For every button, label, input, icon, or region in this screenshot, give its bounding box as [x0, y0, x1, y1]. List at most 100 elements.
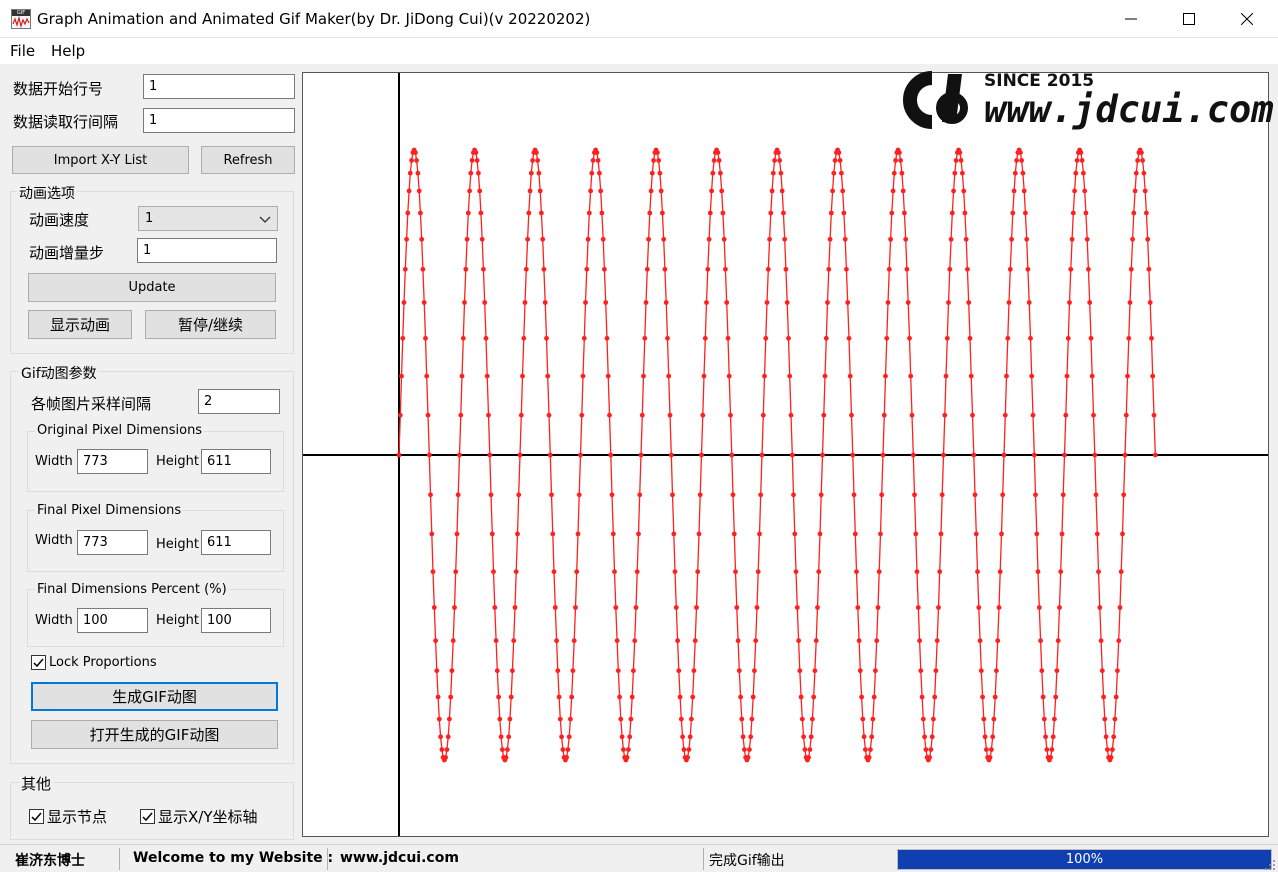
- data-point: [1001, 452, 1007, 458]
- lock-proportions-checkbox[interactable]: Lock Proportions: [31, 655, 157, 670]
- data-point: [626, 747, 631, 752]
- data-point: [949, 210, 955, 216]
- data-point: [573, 605, 578, 610]
- data-point: [802, 747, 808, 752]
- data-point: [1072, 188, 1077, 194]
- data-point: [578, 452, 583, 458]
- data-point: [978, 668, 984, 674]
- data-point: [603, 300, 609, 305]
- data-point: [500, 747, 505, 752]
- data-point: [912, 492, 917, 498]
- data-point: [706, 236, 712, 242]
- data-point: [888, 236, 893, 242]
- data-point: [868, 747, 873, 752]
- original-dimensions-title: Original Pixel Dimensions: [35, 423, 205, 438]
- window-title: Graph Animation and Animated Gif Maker(b…: [37, 10, 591, 28]
- data-point: [397, 412, 403, 418]
- data-point: [632, 638, 638, 644]
- row-interval-label: 数据读取行间隔: [13, 113, 119, 131]
- data-point: [498, 734, 504, 740]
- data-point: [1152, 452, 1158, 458]
- data-point: [923, 747, 929, 752]
- final-height-input[interactable]: 611: [201, 530, 271, 555]
- original-width-input[interactable]: 773: [77, 449, 148, 474]
- data-point: [424, 373, 430, 379]
- data-point: [521, 335, 527, 341]
- original-height-input[interactable]: 611: [201, 449, 271, 474]
- data-point: [689, 716, 694, 722]
- data-point: [942, 412, 948, 418]
- data-point: [840, 188, 846, 194]
- start-row-input[interactable]: 1: [143, 74, 295, 99]
- data-point: [863, 747, 868, 752]
- show-axes-checkbox[interactable]: 显示X/Y坐标轴: [140, 806, 258, 827]
- animation-step-input[interactable]: 1: [137, 238, 277, 263]
- data-point: [922, 734, 927, 740]
- data-point: [523, 266, 529, 272]
- data-point: [1147, 300, 1153, 305]
- data-point: [399, 373, 404, 379]
- data-point: [781, 210, 786, 216]
- menu-file[interactable]: File: [10, 42, 35, 60]
- data-point: [723, 266, 728, 272]
- data-point: [720, 210, 726, 216]
- menu-help[interactable]: Help: [51, 42, 85, 60]
- data-point: [786, 335, 791, 341]
- close-button[interactable]: [1218, 0, 1276, 38]
- data-point: [890, 188, 896, 194]
- row-interval-input[interactable]: 1: [143, 108, 295, 133]
- maximize-icon: [1183, 13, 1195, 25]
- data-point: [958, 158, 964, 163]
- data-point: [665, 335, 670, 341]
- data-point: [836, 150, 842, 155]
- data-point: [429, 531, 435, 537]
- refresh-button[interactable]: Refresh: [201, 146, 295, 174]
- data-point: [783, 266, 789, 272]
- data-point: [754, 605, 760, 610]
- import-xy-list-button[interactable]: Import X-Y List: [12, 146, 189, 174]
- data-point: [767, 236, 772, 242]
- data-point: [736, 668, 742, 674]
- minimize-button[interactable]: [1102, 0, 1160, 38]
- data-point: [624, 755, 630, 760]
- data-point: [438, 734, 443, 740]
- data-point: [631, 668, 636, 674]
- data-point: [694, 605, 699, 610]
- show-animation-button[interactable]: 显示动画: [28, 310, 132, 339]
- data-point: [594, 150, 600, 155]
- data-point: [580, 373, 586, 379]
- data-point: [690, 694, 696, 700]
- data-point: [801, 734, 806, 740]
- data-point: [430, 569, 436, 575]
- percent-height-input[interactable]: 100: [201, 608, 271, 633]
- data-point: [903, 236, 909, 242]
- resize-grip-icon[interactable]: [1264, 859, 1276, 871]
- data-point: [598, 188, 604, 194]
- data-point: [915, 605, 921, 610]
- data-point: [846, 335, 852, 341]
- data-point: [692, 638, 698, 644]
- data-point: [1010, 210, 1016, 216]
- data-point: [977, 638, 983, 644]
- status-website-link[interactable]: www.jdcui.com: [340, 850, 459, 866]
- data-point: [855, 605, 861, 610]
- data-point: [677, 694, 683, 700]
- pause-resume-button[interactable]: 暂停/继续: [145, 310, 276, 339]
- data-point: [709, 188, 714, 194]
- maximize-button[interactable]: [1160, 0, 1218, 38]
- animation-speed-select[interactable]: 1: [138, 206, 278, 231]
- data-point: [908, 373, 914, 379]
- generate-gif-button[interactable]: 生成GIF动图: [31, 682, 278, 711]
- data-point: [613, 605, 619, 610]
- frame-interval-input[interactable]: 2: [198, 389, 280, 414]
- data-point: [633, 605, 639, 610]
- data-point: [734, 605, 740, 610]
- open-gif-button[interactable]: 打开生成的GIF动图: [31, 720, 278, 749]
- percent-width-input[interactable]: 100: [77, 608, 148, 633]
- update-button[interactable]: Update: [28, 273, 276, 302]
- show-nodes-checkbox[interactable]: 显示节点: [29, 806, 107, 827]
- data-point: [570, 668, 576, 674]
- data-point: [971, 452, 977, 458]
- final-width-input[interactable]: 773: [77, 530, 148, 555]
- data-point: [539, 210, 544, 216]
